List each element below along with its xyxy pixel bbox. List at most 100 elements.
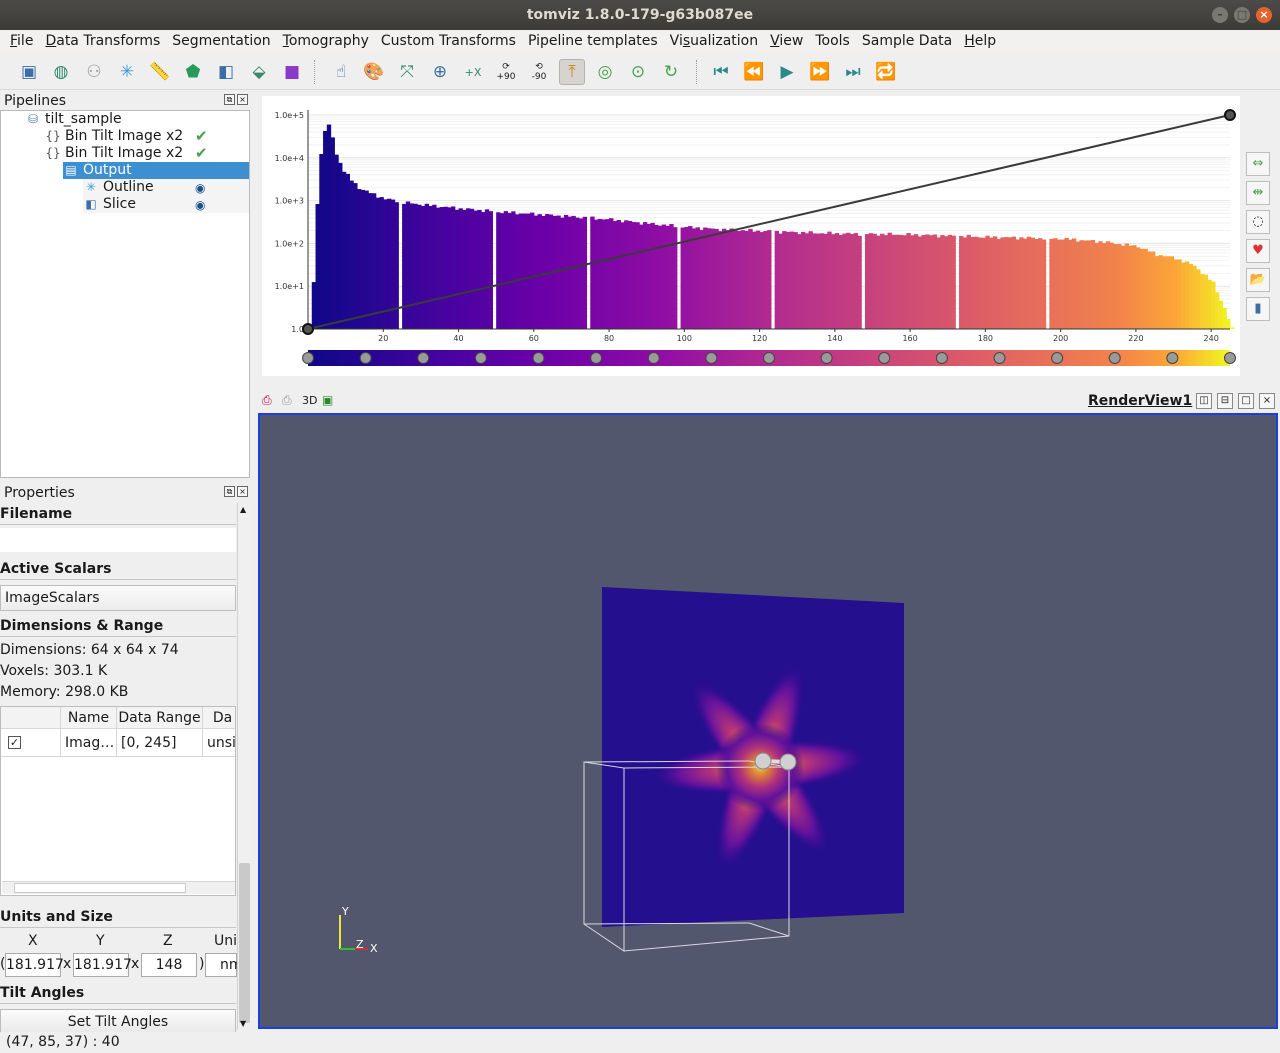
center-axes-icon[interactable]: ⤒ [559, 59, 585, 85]
visibility-eye-icon[interactable]: ◉ [195, 198, 205, 212]
menu-item-6[interactable]: Visualization [664, 33, 764, 49]
table-cell[interactable]: Imag… [61, 729, 117, 757]
load-preset-icon[interactable]: 📂 [1246, 268, 1270, 292]
tree-item-bin-2[interactable]: {} Bin Tilt Image x2 [45, 145, 250, 162]
histogram-chart[interactable]: 1.01.0e+11.0e+21.0e+31.0e+41.0e+520 40 60 8… [262, 96, 1240, 376]
reset-data-icon[interactable]: ◍ [48, 59, 74, 85]
rotate-minus-icon[interactable]: ⟲ -90 [526, 59, 552, 85]
menu-item-4[interactable]: Custom Transforms [375, 33, 522, 49]
colorbar-icon[interactable]: ▮ [1246, 297, 1270, 321]
units-field[interactable]: nm [205, 953, 243, 977]
close-view-icon[interactable]: × [1259, 393, 1275, 409]
minimize-icon[interactable]: – [1212, 7, 1228, 23]
last-frame-icon[interactable]: ⏭ [840, 59, 866, 85]
zoom-to-box-icon[interactable]: ⊕ [427, 59, 453, 85]
colormap-node[interactable] [820, 352, 833, 364]
table-header[interactable]: Da [203, 707, 235, 729]
colormap-node[interactable] [417, 352, 430, 364]
menu-item-1[interactable]: Data Transforms [39, 33, 166, 49]
histogram-panel[interactable]: 1.0 1.0e+1 1.0e+2 1.0e+3 1.0e+4 1.0e+5 20 40 60 8… [262, 96, 1240, 376]
colormap-node[interactable] [1051, 352, 1064, 364]
view-mode-toggle[interactable]: 3D [302, 394, 317, 407]
contour-icon[interactable]: ⬟ [180, 59, 206, 85]
snowflake-icon[interactable]: ✳ [114, 59, 140, 85]
next-frame-icon[interactable]: ⏩ [807, 59, 833, 85]
menu-item-0[interactable]: File [4, 33, 39, 49]
previous-frame-icon[interactable]: ⏪ [741, 59, 767, 85]
split-vertical-icon[interactable]: ⊟ [1217, 393, 1233, 409]
custom-range-icon[interactable]: ⇹ [1246, 181, 1270, 205]
rotate-center-icon[interactable]: ◎ [592, 59, 618, 85]
menu-item-5[interactable]: Pipeline templates [522, 33, 664, 49]
tree-item-outline[interactable]: ✳ Outline [83, 179, 249, 196]
close-dock-icon[interactable]: × [237, 486, 248, 497]
table-header[interactable]: Data Range [117, 707, 203, 729]
size-x-field[interactable]: 181.917 [5, 953, 64, 977]
close-dock-icon[interactable]: × [237, 94, 248, 105]
fit-range-icon[interactable]: ⇔ [1246, 152, 1270, 176]
colormap-node[interactable] [302, 352, 314, 364]
slice-icon[interactable]: ◧ [213, 59, 239, 85]
reset-camera-icon[interactable]: ⤧ [394, 59, 420, 85]
scalar-checkbox[interactable]: ✓ [8, 736, 21, 749]
view-axis-x-icon[interactable]: +X [460, 59, 486, 85]
size-y-field[interactable]: 181.917 [73, 953, 132, 977]
tree-item-output[interactable]: ▤ Output [63, 162, 249, 179]
menu-item-10[interactable]: Help [958, 33, 1002, 49]
close-icon[interactable]: × [1256, 7, 1272, 23]
table-cell[interactable]: unsig [203, 729, 235, 757]
tree-item-dataset[interactable]: ⛁ tilt_sample [25, 111, 122, 128]
colormap-node[interactable] [1108, 352, 1121, 364]
maximize-icon[interactable]: □ [1234, 7, 1250, 23]
colormap-node[interactable] [647, 352, 660, 364]
first-frame-icon[interactable]: ⏮ [708, 59, 734, 85]
split-horizontal-icon[interactable]: ◫ [1196, 393, 1212, 409]
pick-center-icon[interactable]: ⊙ [625, 59, 651, 85]
menu-item-3[interactable]: Tomography [277, 33, 375, 49]
refresh-icon[interactable]: ↻ [658, 59, 684, 85]
table-header[interactable]: Name [61, 707, 117, 729]
scroll-down-icon[interactable]: ▼ [240, 1019, 246, 1028]
table-cell[interactable]: [0, 245] [117, 729, 203, 757]
opacity-control-point[interactable] [302, 323, 314, 335]
orthoslice-icon[interactable]: ⬙ [246, 59, 272, 85]
loop-icon[interactable]: 🔁 [873, 59, 899, 85]
play-icon[interactable]: ▶ [774, 59, 800, 85]
menu-item-2[interactable]: Segmentation [166, 33, 276, 49]
active-scalars-select[interactable]: ImageScalars [0, 585, 236, 611]
select-icon[interactable]: ⎙ [282, 393, 292, 408]
colormap-node[interactable] [935, 352, 948, 364]
scroll-thumb[interactable] [14, 883, 186, 893]
capture-icon[interactable]: ⎙ [262, 393, 272, 408]
camera-icon[interactable]: ▣ [322, 393, 333, 407]
colormap-node[interactable] [590, 352, 603, 364]
maximize-view-icon[interactable]: □ [1238, 393, 1254, 409]
palette-icon[interactable]: 🎨 [361, 59, 387, 85]
colormap-node[interactable] [532, 352, 545, 364]
opacity-control-point[interactable] [1224, 109, 1236, 121]
float-dock-icon[interactable]: ⧉ [224, 486, 235, 497]
interact-icon[interactable]: ☝ [328, 59, 354, 85]
render-view[interactable]: Y X Z [258, 413, 1278, 1029]
render-scene[interactable]: Y X Z [260, 415, 1276, 1027]
properties-scrollbar[interactable]: ▲ ▼ [237, 503, 250, 1030]
tree-item-bin-1[interactable]: {} Bin Tilt Image x2 [45, 128, 250, 145]
volume-icon[interactable]: ■ [279, 59, 305, 85]
preset-favorite-icon[interactable]: ♥ [1246, 239, 1270, 263]
clone-icon[interactable]: ⚇ [81, 59, 107, 85]
menu-item-7[interactable]: View [764, 33, 809, 49]
float-dock-icon[interactable]: ⧉ [224, 94, 235, 105]
menu-item-9[interactable]: Sample Data [856, 33, 958, 49]
rotate-plus-icon[interactable]: ⟳ +90 [493, 59, 519, 85]
scroll-up-icon[interactable]: ▲ [240, 505, 246, 514]
colormap-node[interactable] [359, 352, 372, 364]
menu-item-8[interactable]: Tools [809, 33, 856, 49]
colormap-node[interactable] [763, 352, 775, 364]
open-data-icon[interactable]: ▣ [16, 59, 42, 85]
size-z-field[interactable]: 148 [141, 953, 197, 977]
colormap-node[interactable] [1224, 352, 1236, 364]
ruler-icon[interactable]: 📏 [147, 59, 173, 85]
scroll-thumb[interactable] [239, 863, 250, 1023]
table-horizontal-scrollbar[interactable] [2, 881, 235, 894]
colormap-node[interactable] [1166, 352, 1179, 364]
